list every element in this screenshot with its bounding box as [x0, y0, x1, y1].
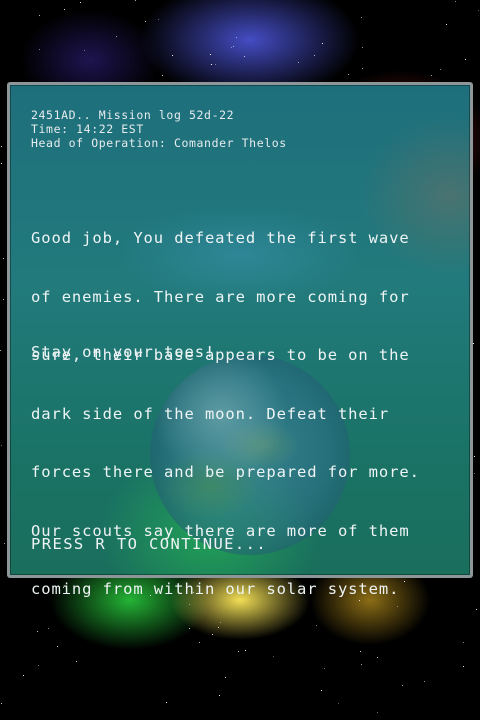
star: [145, 21, 146, 22]
star: [245, 650, 246, 651]
star: [321, 690, 322, 691]
message-line: coming from within our solar system.: [31, 580, 400, 598]
star: [440, 69, 441, 70]
star: [236, 37, 237, 38]
star: [189, 628, 190, 629]
mission-time: Time: 14:22 EST: [31, 122, 144, 136]
sign-off: Stay on your toes!: [31, 343, 216, 361]
star: [116, 36, 117, 37]
star: [361, 17, 362, 18]
star: [3, 258, 4, 259]
star: [476, 609, 477, 610]
star: [225, 677, 226, 678]
head-of-operation: Head of Operation: Comander Thelos: [31, 136, 287, 150]
star: [455, 1, 456, 2]
star: [298, 62, 299, 63]
star: [463, 642, 464, 643]
star: [80, 2, 81, 3]
star: [474, 456, 475, 457]
star: [166, 702, 167, 703]
star: [211, 64, 212, 65]
star: [218, 627, 219, 628]
star: [446, 24, 447, 25]
star: [1, 146, 2, 147]
star: [219, 695, 220, 696]
star: [158, 19, 159, 20]
star: [233, 46, 234, 47]
star: [465, 59, 466, 60]
star: [1, 703, 2, 704]
star: [377, 657, 378, 658]
star: [474, 473, 475, 474]
star: [162, 75, 163, 76]
star: [23, 675, 24, 676]
star: [377, 712, 378, 713]
star: [322, 43, 323, 44]
star: [215, 64, 216, 65]
star: [402, 685, 403, 686]
star: [76, 661, 77, 662]
star: [172, 55, 173, 56]
star: [37, 631, 38, 632]
continue-prompt[interactable]: PRESS R TO CONTINUE...: [31, 535, 267, 553]
star: [1, 445, 2, 446]
star: [39, 15, 40, 16]
star: [473, 343, 474, 344]
star: [220, 622, 221, 623]
star: [39, 49, 40, 50]
star: [238, 651, 239, 652]
star: [210, 54, 211, 55]
star: [57, 646, 58, 647]
message-line: forces there and be prepared for more.: [31, 463, 420, 481]
star: [4, 543, 5, 544]
star: [431, 75, 432, 76]
message-line: Good job, You defeated the first wave: [31, 229, 410, 247]
star: [64, 9, 65, 10]
star: [231, 47, 232, 48]
star: [212, 634, 213, 635]
star: [244, 56, 245, 57]
star: [478, 10, 479, 11]
mission-log-id: 2451AD.. Mission log 52d-22: [31, 108, 235, 122]
message-line: of enemies. There are more coming for: [31, 287, 410, 306]
star: [199, 642, 200, 643]
star: [0, 350, 1, 351]
star: [338, 703, 339, 704]
star: [1, 163, 2, 164]
star: [362, 68, 363, 69]
mission-message: Good job, You defeated the first wave of…: [31, 190, 461, 619]
star: [463, 666, 464, 667]
star: [3, 299, 4, 300]
star: [48, 628, 49, 629]
star: [348, 74, 349, 75]
star: [324, 668, 325, 669]
star: [362, 47, 363, 48]
star: [273, 656, 274, 657]
star: [314, 55, 315, 56]
star: [360, 651, 361, 652]
message-line: dark side of the moon. Defeat their: [31, 404, 390, 423]
star: [361, 664, 362, 665]
star: [38, 665, 39, 666]
star: [84, 50, 85, 51]
star: [135, 0, 136, 1]
star: [424, 681, 425, 682]
star: [316, 625, 317, 626]
